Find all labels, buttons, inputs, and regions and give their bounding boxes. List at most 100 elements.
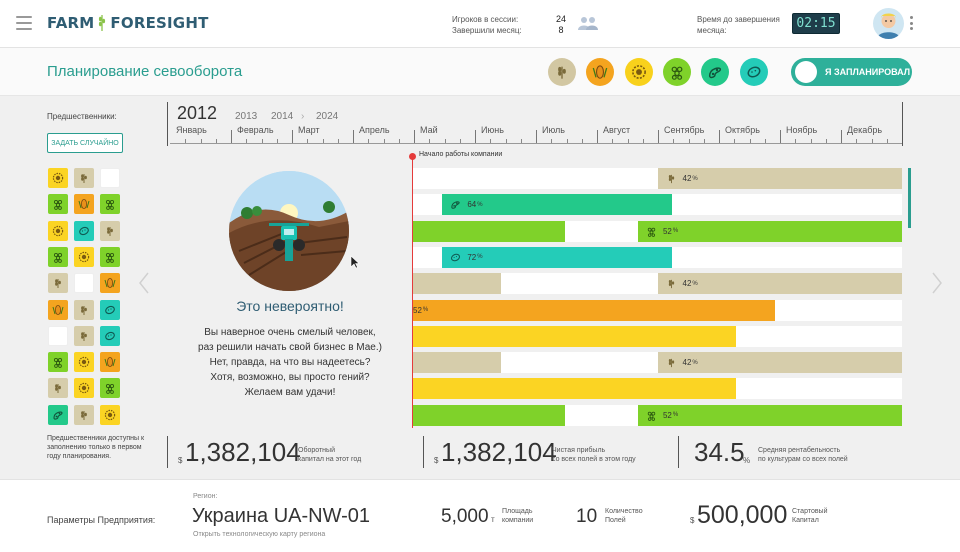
percent-unit: % xyxy=(422,307,429,313)
fields-scrollbar[interactable] xyxy=(908,168,911,228)
prev-arrow-icon[interactable] xyxy=(139,272,149,294)
predecessor-cell-grapes[interactable] xyxy=(100,194,120,215)
planned-toggle[interactable]: Я ЗАПЛАНИРОВАЛ xyxy=(791,58,912,86)
label-line: капитал на этот год xyxy=(298,456,362,463)
currency-sign: $ xyxy=(434,456,439,465)
players-label: Игроков в сессии: xyxy=(452,15,519,24)
popup-line: Хотя, возможно, вы просто гений? xyxy=(210,372,370,383)
predecessor-cell-potato[interactable] xyxy=(100,299,120,320)
predecessor-cell-grapes[interactable] xyxy=(48,352,68,373)
predecessor-cell-empty[interactable] xyxy=(100,168,120,188)
popup-message: Вы наверное очень смелый человек, раз ре… xyxy=(190,325,390,400)
percent-unit: % xyxy=(692,359,698,366)
crop-segment[interactable] xyxy=(413,273,502,295)
predecessor-cell-wheat[interactable] xyxy=(74,325,94,346)
month-divider xyxy=(719,130,720,143)
predecessor-cell-wheat[interactable] xyxy=(100,220,120,241)
page-title: Планирование севооборота xyxy=(47,63,243,80)
predecessor-cell-corn[interactable] xyxy=(100,352,120,373)
region-map-link[interactable]: Открыть технологическую карту региона xyxy=(193,531,325,538)
predecessor-cell-sunflower[interactable] xyxy=(74,352,94,373)
stats-divider xyxy=(423,436,424,468)
predecessor-cell-sunflower[interactable] xyxy=(74,246,94,267)
crop-button-soybean[interactable] xyxy=(701,58,729,86)
crop-segment[interactable]: 64% xyxy=(442,194,673,216)
year-2024[interactable]: 2024 xyxy=(316,111,338,122)
predecessor-cell-grapes[interactable] xyxy=(100,246,120,267)
predecessor-cell-empty[interactable] xyxy=(74,273,94,294)
predecessor-cell-empty[interactable] xyxy=(48,325,68,346)
month-label: Июль xyxy=(542,125,565,135)
crop-segment[interactable]: 52% xyxy=(637,220,902,242)
users-icon xyxy=(578,17,598,30)
predecessor-cell-potato[interactable] xyxy=(100,325,120,346)
next-arrow-icon[interactable] xyxy=(932,272,942,294)
wheat-icon xyxy=(81,410,87,420)
crop-segment[interactable]: 42% xyxy=(657,168,902,189)
label-line: Чистая прибыль xyxy=(552,447,606,454)
crop-segment[interactable]: 52% xyxy=(637,404,902,426)
predecessor-cell-grapes[interactable] xyxy=(48,246,68,267)
label-line: компании xyxy=(502,517,534,524)
month-label: Ноябрь xyxy=(786,125,818,135)
players-value: 24 xyxy=(555,14,566,24)
month-divider xyxy=(353,130,354,143)
percent-unit: % xyxy=(477,201,483,208)
predecessor-cell-wheat[interactable] xyxy=(74,299,94,320)
predecessor-cell-grapes[interactable] xyxy=(48,194,68,215)
yield-percent: 42 xyxy=(682,174,692,183)
menu-icon[interactable] xyxy=(16,16,32,30)
predecessor-cell-corn[interactable] xyxy=(74,194,94,215)
crop-button-grapes[interactable] xyxy=(663,58,691,86)
random-fill-button[interactable]: ЗАДАТЬ СЛУЧАЙНО xyxy=(47,133,123,153)
predecessor-cell-grapes[interactable] xyxy=(100,378,120,399)
crop-segment[interactable]: 52% xyxy=(413,299,775,321)
crop-segment[interactable]: 72% xyxy=(442,246,673,268)
crop-button-potato[interactable] xyxy=(740,58,768,86)
year-2013[interactable]: 2013 xyxy=(235,111,257,122)
more-menu-icon[interactable] xyxy=(909,16,913,30)
predecessor-cell-potato[interactable] xyxy=(74,220,94,241)
grapes-icon xyxy=(53,200,63,211)
predecessor-cell-sunflower[interactable] xyxy=(48,168,68,188)
predecessor-cell-corn[interactable] xyxy=(48,299,68,320)
wheat-icon xyxy=(668,174,674,184)
percent-unit: % xyxy=(672,412,679,419)
timeline-rule xyxy=(170,143,902,144)
predecessor-cell-corn[interactable] xyxy=(100,273,120,294)
predecessor-cell-soybean[interactable] xyxy=(48,404,68,425)
predecessor-cell-sunflower[interactable] xyxy=(100,404,120,425)
crop-button-sunflower[interactable] xyxy=(625,58,653,86)
tractor-scene-image xyxy=(229,171,349,291)
capital-currency: $ xyxy=(690,516,695,525)
year-current[interactable]: 2012 xyxy=(177,103,217,124)
corn-icon xyxy=(104,278,116,289)
region-label: Регион: xyxy=(193,493,218,500)
crop-button-wheat[interactable] xyxy=(548,58,576,86)
predecessor-cell-wheat[interactable] xyxy=(48,273,68,294)
label-line: Оборотный xyxy=(298,447,335,454)
crop-button-corn[interactable] xyxy=(586,58,614,86)
predecessor-cell-wheat[interactable] xyxy=(74,168,94,188)
predecessor-cell-sunflower[interactable] xyxy=(48,220,68,241)
year-2014[interactable]: 2014 xyxy=(271,111,293,122)
grapes-icon xyxy=(671,66,683,80)
crop-segment[interactable]: 42% xyxy=(657,352,902,374)
month-divider xyxy=(414,130,415,143)
predecessor-cell-wheat[interactable] xyxy=(74,404,94,425)
profitability-value: 34.5 xyxy=(694,437,745,467)
crop-segment[interactable] xyxy=(413,352,502,374)
month-divider xyxy=(780,130,781,143)
net-profit-value: 1,382,104 xyxy=(441,437,557,467)
crop-segment[interactable] xyxy=(413,220,565,242)
crop-segment[interactable] xyxy=(413,378,736,400)
predecessor-cell-wheat[interactable] xyxy=(48,378,68,399)
avatar[interactable] xyxy=(873,8,904,39)
month-divider xyxy=(475,130,476,143)
wheat-icon xyxy=(55,279,61,289)
corn-icon xyxy=(78,199,90,210)
crop-segment[interactable] xyxy=(413,325,736,347)
crop-segment[interactable]: 42% xyxy=(657,273,902,295)
crop-segment[interactable] xyxy=(413,404,565,426)
predecessor-cell-sunflower[interactable] xyxy=(74,378,94,399)
